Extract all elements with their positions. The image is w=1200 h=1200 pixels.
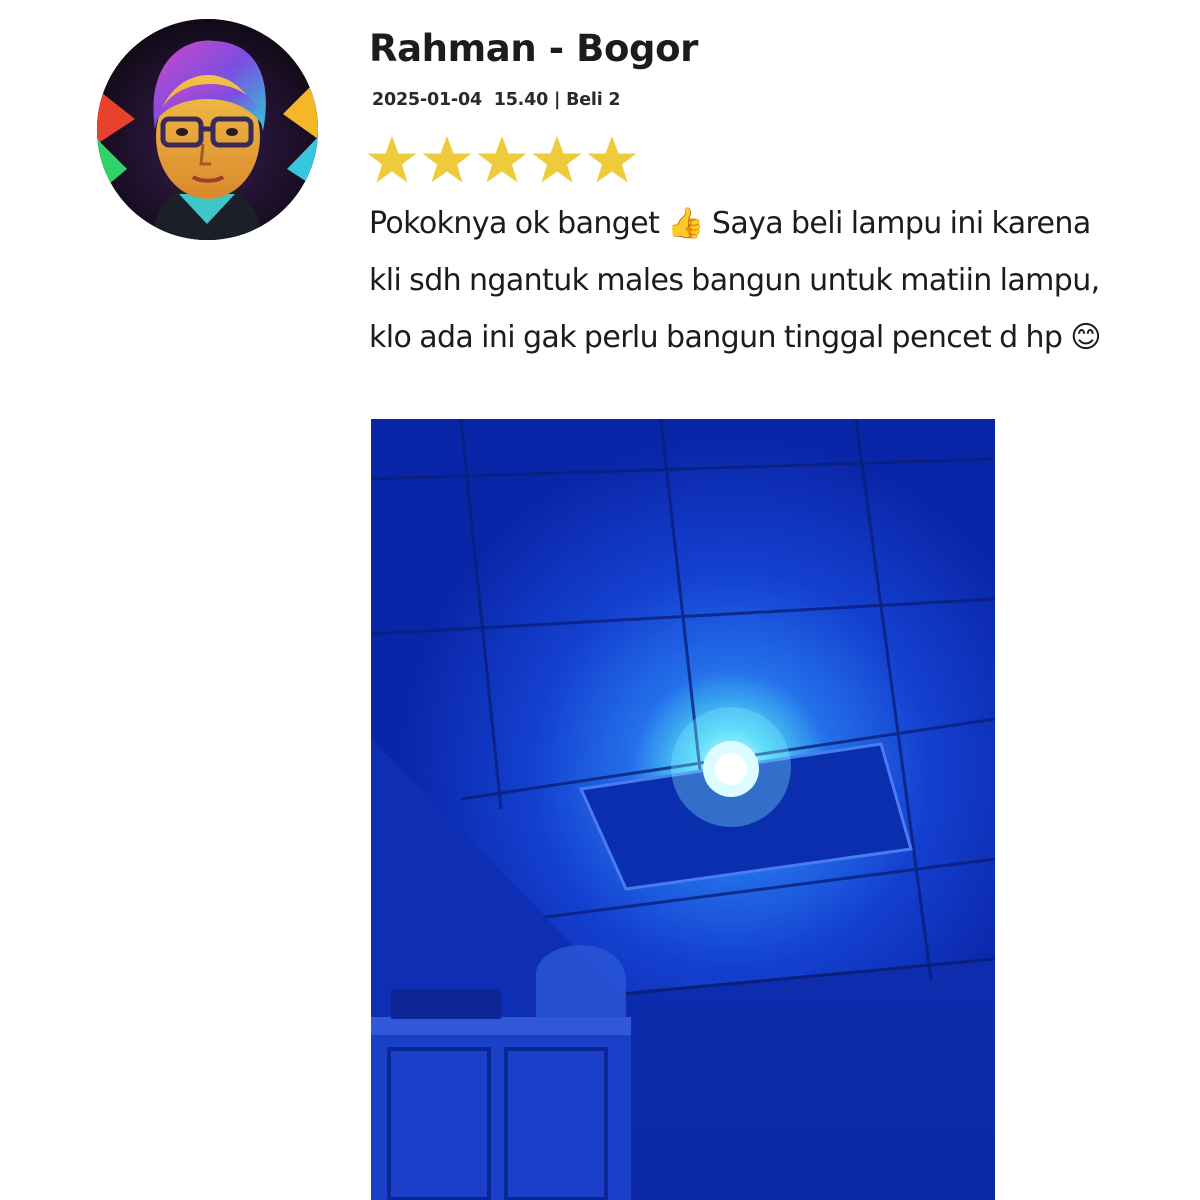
star-rating xyxy=(366,134,638,186)
meta-separator: | xyxy=(553,90,561,110)
star-icon xyxy=(587,136,637,183)
blue-ceiling-lamp-photo-icon xyxy=(371,419,995,1200)
star-icon xyxy=(477,136,527,183)
review-date: 2025-01-04 15.40 xyxy=(372,90,549,110)
purchase-quantity: Beli 2 xyxy=(566,90,621,110)
star-icon xyxy=(367,136,417,183)
review-photo[interactable] xyxy=(371,419,995,1200)
review-text: Pokoknya ok banget 👍 Saya beli lampu ini… xyxy=(369,206,1102,355)
avatar-illustration-icon xyxy=(97,19,318,240)
reviewer-avatar xyxy=(97,19,318,240)
review-meta: 2025-01-04 15.40 | Beli 2 xyxy=(372,87,621,113)
star-icon xyxy=(532,136,582,183)
star-icon xyxy=(422,136,472,183)
reviewer-name: Rahman - Bogor xyxy=(369,27,698,70)
